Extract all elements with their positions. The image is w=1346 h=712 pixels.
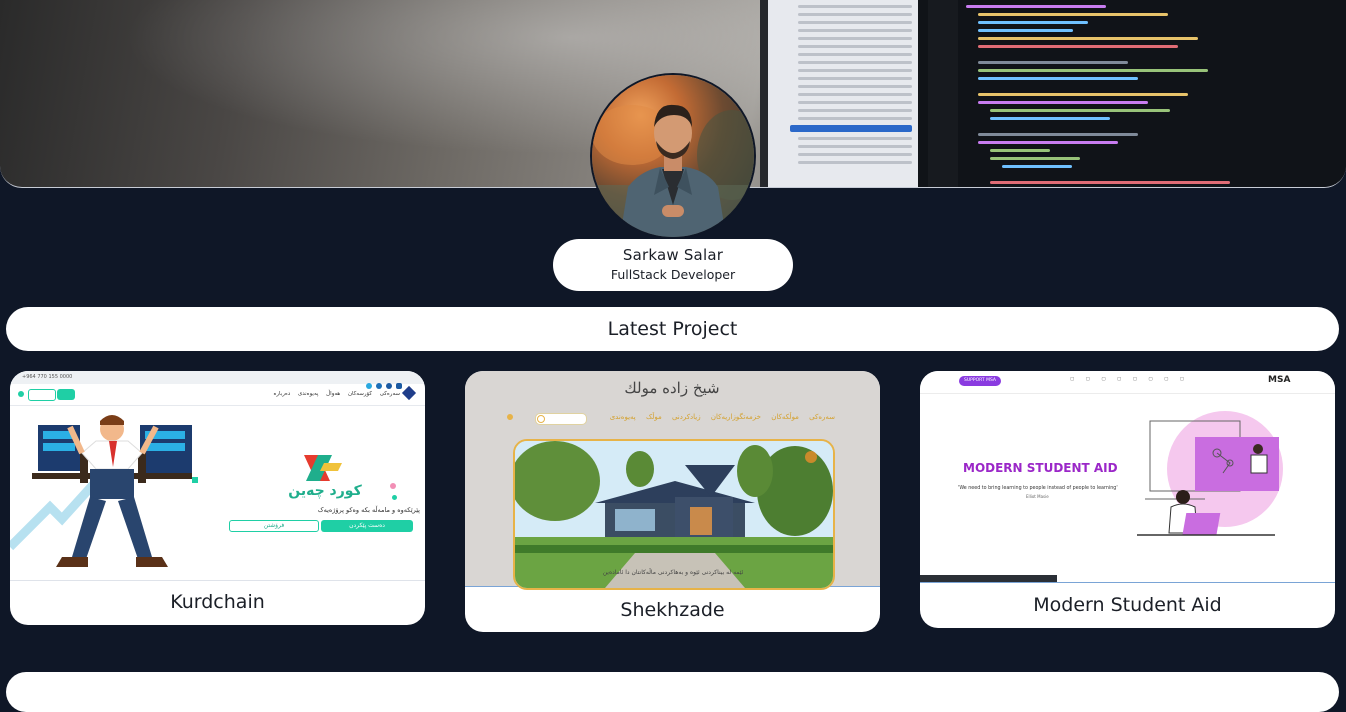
profile-photo-person — [592, 104, 754, 237]
project-card-kurdchain[interactable]: +964 770 155 0000 سەرەکی کۆرسەکان هەواڵ … — [10, 371, 425, 625]
thumb-trader-illustration — [10, 415, 198, 567]
thumb-cta-button: SUPPORT MSA — [959, 376, 1001, 386]
thumb-headline: MODERN STUDENT AID — [963, 461, 1118, 475]
thumb-nav-items: سەرەکی کۆرسەکان هەواڵ پەیوەندی دەربارە — [273, 391, 400, 397]
project-card-modern-student-aid[interactable]: SUPPORT MSA ▢ ▢ ▢ ▢ ▢ ▢ ▢ ▢ MSA MODERN S… — [920, 371, 1335, 628]
profile-role: FullStack Developer — [610, 267, 736, 282]
project-title[interactable]: Modern Student Aid — [920, 582, 1335, 628]
project-card-shekhzade[interactable]: شيخ زاده مولك سەرەکی موڵکەکان خزمەتگوزار… — [465, 371, 880, 632]
kurdchain-brand-mark-icon — [304, 455, 342, 481]
kurdchain-logo-icon — [401, 385, 417, 401]
thumb-logo: شيخ زاده مولك — [624, 379, 720, 397]
laptop-code-editor — [918, 0, 1346, 187]
laptop-file-tree — [760, 0, 926, 187]
profile-name-card: Sarkaw Salar FullStack Developer — [553, 239, 793, 291]
thumb-logo: MSA — [1268, 375, 1291, 385]
next-section-bar — [6, 672, 1339, 712]
thumb-hero-house-image: ئێمە لە بیناکردنی ئێوە و بەهاکردنی ماڵەک… — [513, 439, 835, 590]
thumb-brand-name: کورد چەین — [288, 483, 362, 499]
thumb-nav-items: سەرەکی موڵکەکان خزمەتگوزاریەکان زیادکردن… — [609, 413, 835, 421]
social-icons — [366, 374, 416, 389]
thumb-phone: +964 770 155 0000 — [22, 374, 73, 380]
project-thumbnail-shekhzade: شيخ زاده مولك سەرەکی موڵکەکان خزمەتگوزار… — [465, 371, 880, 590]
latest-project-heading: Latest Project — [6, 307, 1339, 351]
profile-avatar — [592, 75, 754, 237]
thumb-nav-items: ▢ ▢ ▢ ▢ ▢ ▢ ▢ ▢ — [1070, 377, 1185, 382]
search-icon — [537, 415, 545, 423]
profile-name: Sarkaw Salar — [622, 246, 724, 264]
thumb-quote: 'We need to bring learning to people ins… — [958, 486, 1118, 491]
thumb-banner-text: ئێمە لە بیناکردنی ئێوە و بەهاکردنی ماڵەک… — [602, 569, 744, 576]
thumb-student-illustration — [1137, 411, 1283, 536]
project-title[interactable]: Kurdchain — [10, 580, 425, 625]
project-thumbnail-msa: SUPPORT MSA ▢ ▢ ▢ ▢ ▢ ▢ ▢ ▢ MSA MODERN S… — [920, 371, 1335, 583]
thumb-status-bar — [920, 575, 1057, 582]
thumb-secondary-button: فرۆشتن — [229, 520, 319, 532]
thumb-tagline: پێرێکەوە و مامەڵە بکە وەکو پرۆژەیەک — [317, 506, 420, 514]
thumb-quote-author: Elliot Masie — [1026, 494, 1049, 499]
project-thumbnail-kurdchain: +964 770 155 0000 سەرەکی کۆرسەکان هەواڵ … — [10, 371, 425, 581]
project-title[interactable]: Shekhzade — [465, 586, 880, 632]
thumb-primary-button: دەست پێکردن — [321, 520, 413, 532]
